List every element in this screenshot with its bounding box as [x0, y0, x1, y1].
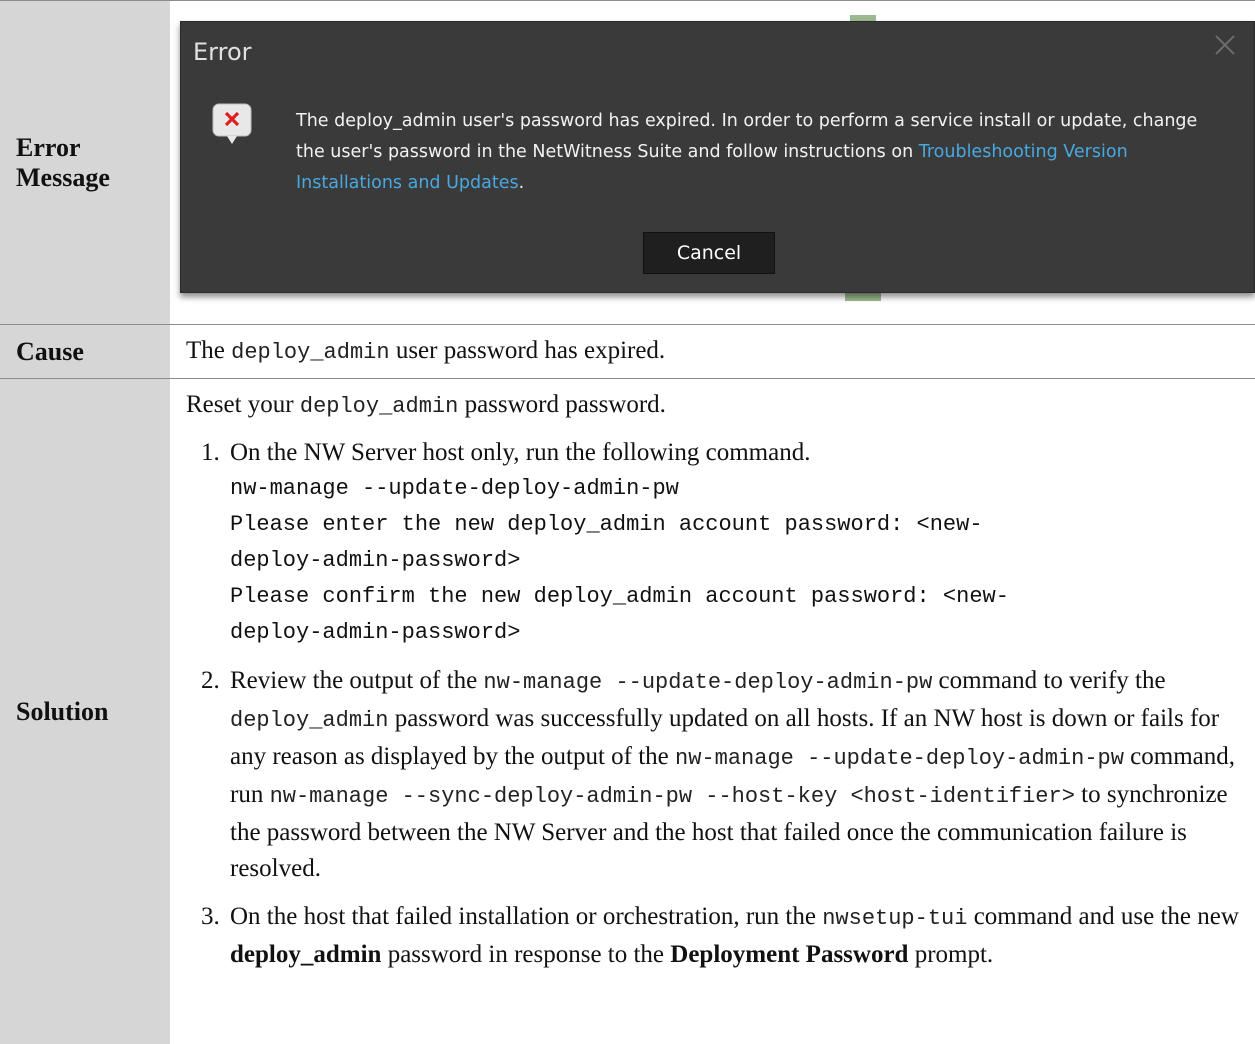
step-1: On the NW Server host only, run the foll… [226, 435, 1239, 651]
solution-content: Reset your deploy_admin password passwor… [170, 379, 1255, 1044]
error-icon [211, 102, 253, 152]
step-3-bold: deploy_admin [230, 941, 381, 968]
step-3: On the host that failed installation or … [226, 899, 1239, 973]
step-3-text: On the host that failed installation or … [230, 903, 822, 930]
solution-row: Solution Reset your deploy_admin passwor… [0, 379, 1255, 1044]
error-screenshot-cell: Error The deploy_admin user's password h… [170, 1, 1255, 325]
step-2-text: Review the output of the [230, 667, 483, 694]
step-1-code: nw-manage --update-deploy-admin-pwPlease… [230, 471, 1239, 651]
solution-label: Solution [0, 379, 170, 1044]
code-line: deploy-admin-password> [230, 615, 1239, 651]
cause-text: The deploy_admin user password has expir… [170, 325, 1255, 379]
code-line: nw-manage --update-deploy-admin-pw [230, 471, 1239, 507]
close-icon[interactable] [1212, 32, 1238, 58]
code-line: deploy-admin-password> [230, 543, 1239, 579]
dialog-title: Error [193, 34, 252, 70]
code-line: Please confirm the new deploy_admin acco… [230, 579, 1239, 615]
solution-steps: On the NW Server host only, run the foll… [186, 435, 1239, 973]
cancel-button[interactable]: Cancel [643, 232, 775, 274]
intro-post: password password. [458, 391, 666, 418]
code-line: Please enter the new deploy_admin accoun… [230, 507, 1239, 543]
error-message-label: Error Message [0, 1, 170, 325]
step-2-code: nw-manage --update-deploy-admin-pw [675, 746, 1124, 771]
dialog-message-end: . [519, 173, 525, 193]
step-3-text: prompt. [908, 941, 993, 968]
solution-intro: Reset your deploy_admin password passwor… [186, 387, 1239, 425]
step-2: Review the output of the nw-manage --upd… [226, 663, 1239, 887]
intro-pre: Reset your [186, 391, 300, 418]
cause-text-pre: The [186, 337, 231, 364]
cause-row: Cause The deploy_admin user password has… [0, 325, 1255, 379]
step-2-code: deploy_admin [230, 708, 388, 733]
intro-code: deploy_admin [300, 394, 458, 419]
step-3-code: nwsetup-tui [822, 906, 967, 931]
cause-label: Cause [0, 325, 170, 379]
cause-code: deploy_admin [231, 340, 389, 365]
step-3-bold: Deployment Password [670, 941, 908, 968]
dialog-message: The deploy_admin user's password has exp… [296, 106, 1226, 199]
step-3-text: command and use the new [967, 903, 1238, 930]
cause-text-post: user password has expired. [390, 337, 666, 364]
error-message-row: Error Message Error [0, 1, 1255, 325]
step-2-code: nw-manage --update-deploy-admin-pw [483, 670, 932, 695]
step-1-text: On the NW Server host only, run the foll… [230, 439, 810, 466]
troubleshooting-table: Error Message Error [0, 0, 1255, 1044]
step-3-text: password in response to the [381, 941, 670, 968]
error-dialog-screenshot: Error The deploy_admin user's password h… [180, 21, 1255, 301]
step-2-text: command to verify the [932, 667, 1165, 694]
error-dialog: Error The deploy_admin user's password h… [180, 21, 1255, 293]
step-2-code: nw-manage --sync-deploy-admin-pw --host-… [270, 784, 1075, 809]
